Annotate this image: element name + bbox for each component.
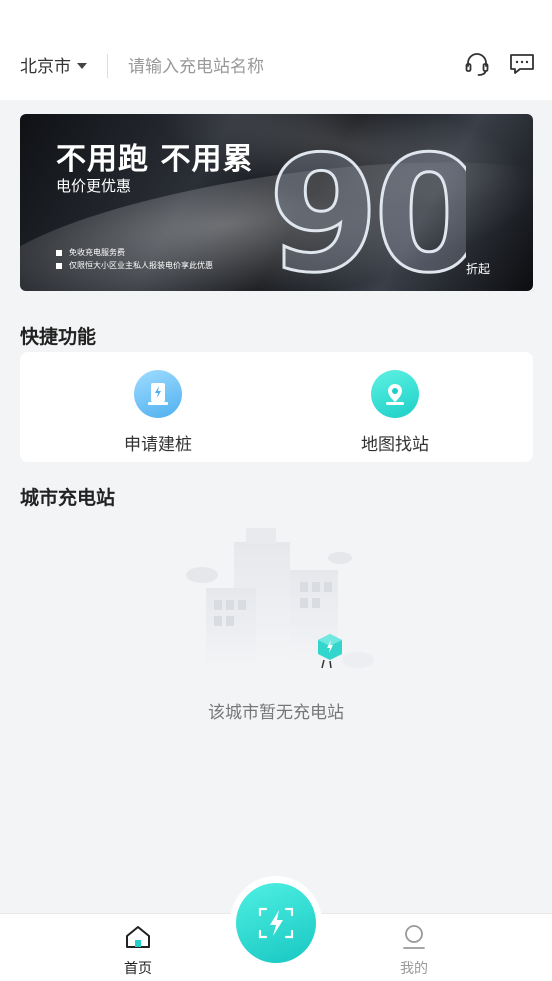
headset-icon[interactable] <box>463 50 491 78</box>
city-selector[interactable]: 北京市 <box>20 52 87 77</box>
banner-notes: 免收充电服务费 仅限恒大小区业主私人报装电价享此优惠 <box>56 246 213 272</box>
empty-city-illustration <box>186 528 374 669</box>
quick-card: 申请建桩 地图找站 <box>20 352 533 462</box>
map-pin-icon <box>371 370 419 418</box>
search-input[interactable]: 请输入充电站名称 <box>128 52 264 77</box>
banner-note: 免收充电服务费 <box>56 246 213 259</box>
promo-banner[interactable]: 不用跑 不用累 电价更优惠 免收充电服务费 仅限恒大小区业主私人报装电价享此优惠… <box>20 114 533 291</box>
home-icon <box>126 926 150 948</box>
discount-number: 90 <box>268 128 466 278</box>
banner-note: 仅限恒大小区业主私人报装电价享此优惠 <box>56 259 213 272</box>
top-header: 北京市 请输入充电站名称 <box>0 0 552 100</box>
quick-section-title: 快捷功能 <box>20 326 97 348</box>
discount-suffix: 折起 <box>466 262 491 276</box>
scan-charge-button[interactable] <box>236 883 316 963</box>
quick-item-label: 地图找站 <box>361 435 429 455</box>
quick-item-label: 申请建桩 <box>124 435 192 455</box>
stations-section-title: 城市充电站 <box>20 487 116 509</box>
tab-label: 首页 <box>124 961 152 977</box>
apply-pile-button[interactable]: 申请建桩 <box>78 370 238 455</box>
tab-profile[interactable]: 我的 <box>374 922 454 978</box>
header-divider <box>107 54 108 78</box>
chat-bubble-icon[interactable] <box>508 50 536 78</box>
tab-label: 我的 <box>400 961 428 977</box>
tab-home[interactable]: 首页 <box>98 922 178 978</box>
charger-pile-icon <box>134 370 182 418</box>
banner-subtitle: 电价更优惠 <box>56 177 132 195</box>
banner-title: 不用跑 不用累 <box>56 142 254 177</box>
discount-graphic: 90 <box>267 128 467 278</box>
map-find-station-button[interactable]: 地图找站 <box>315 370 475 455</box>
scan-charge-icon <box>258 907 294 939</box>
empty-state-text: 该城市暂无充电站 <box>208 703 344 723</box>
city-label: 北京市 <box>20 57 71 77</box>
profile-icon <box>403 925 425 949</box>
caret-down-icon <box>77 62 87 69</box>
